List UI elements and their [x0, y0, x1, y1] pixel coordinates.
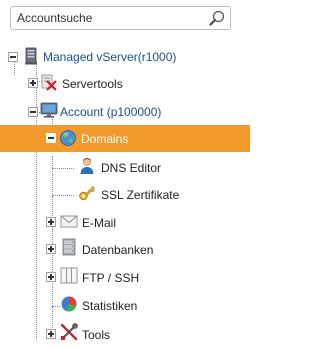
tree-node-account[interactable]: Account (p100000): [0, 99, 250, 126]
tree-node-tools[interactable]: Tools: [0, 319, 250, 346]
collapse-toggle[interactable]: [8, 52, 18, 62]
expand-toggle[interactable]: [28, 78, 38, 88]
tree-label[interactable]: E-Mail: [82, 216, 116, 230]
tree-node-managed-vserver[interactable]: Managed vServer(r1000): [0, 44, 250, 71]
expand-toggle[interactable]: [46, 217, 56, 227]
pages-icon: [60, 267, 78, 284]
tree-label[interactable]: Servertools: [62, 77, 123, 91]
tree-node-email[interactable]: E-Mail: [0, 209, 250, 236]
navigation-tree: Managed vServer(r1000) Servertools Accou…: [0, 0, 250, 348]
collapse-toggle[interactable]: [46, 133, 56, 143]
tree-node-ssl-zertifikate[interactable]: SSL Zertifikate: [0, 181, 250, 208]
tree-label[interactable]: Tools: [82, 328, 110, 342]
collapse-toggle[interactable]: [28, 107, 38, 117]
expand-toggle[interactable]: [46, 244, 56, 254]
tree-node-statistiken[interactable]: Statistiken: [0, 291, 250, 318]
server-icon: [25, 47, 37, 65]
tree-label[interactable]: Datenbanken: [82, 243, 153, 257]
envelope-icon: [60, 215, 78, 228]
tools-icon: [60, 323, 78, 341]
tools-x-icon: [41, 74, 57, 91]
pie-chart-icon: [61, 296, 77, 312]
expand-toggle[interactable]: [46, 272, 56, 282]
tree-node-dns-editor[interactable]: DNS Editor: [0, 154, 250, 181]
tree-node-servertools[interactable]: Servertools: [0, 71, 250, 98]
tree-label[interactable]: SSL Zertifikate: [101, 188, 179, 202]
globe-icon: [60, 130, 76, 146]
person-icon: [80, 158, 94, 174]
expand-toggle[interactable]: [46, 329, 56, 339]
tree-node-domains[interactable]: Domains: [0, 125, 250, 152]
tree-label[interactable]: DNS Editor: [101, 161, 161, 175]
tree-label[interactable]: Domains: [81, 132, 128, 146]
tree-label[interactable]: FTP / SSH: [82, 271, 139, 285]
tree-label[interactable]: Account (p100000): [60, 105, 161, 119]
monitor-icon: [40, 102, 58, 118]
key-icon: [79, 186, 95, 201]
tree-label[interactable]: Statistiken: [82, 299, 137, 313]
tree-node-datenbanken[interactable]: Datenbanken: [0, 236, 250, 263]
tree-node-ftp-ssh[interactable]: FTP / SSH: [0, 264, 250, 291]
tree-label[interactable]: Managed vServer(r1000): [43, 50, 176, 64]
database-icon: [62, 238, 76, 256]
